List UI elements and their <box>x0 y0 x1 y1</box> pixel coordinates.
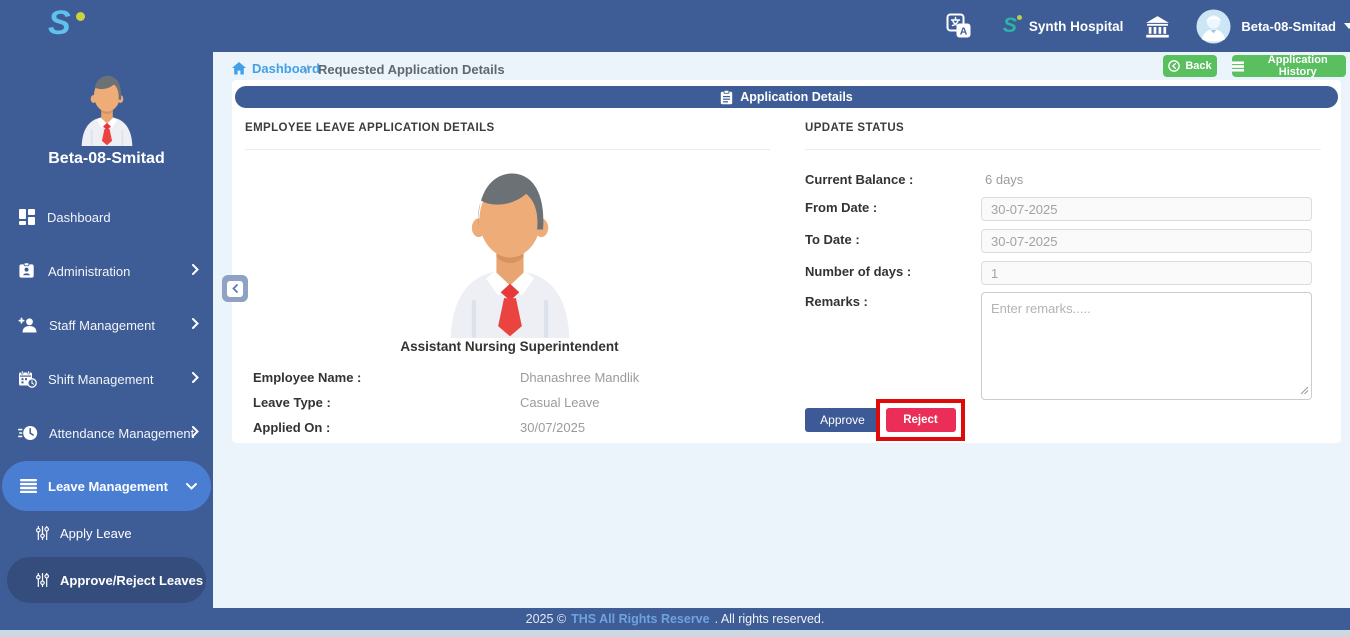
from-date-label: From Date : <box>805 200 877 215</box>
number-of-days-label: Number of days : <box>805 264 911 279</box>
svg-text:A: A <box>960 26 968 38</box>
balance-label: Current Balance : <box>805 172 913 187</box>
remarks-label: Remarks : <box>805 294 868 309</box>
sidebar-user-name: Beta-08-Smitad <box>0 150 213 168</box>
sidebar-item-label: Approve/Reject Leaves <box>60 573 203 588</box>
hospital-name: Synth Hospital <box>1029 19 1124 34</box>
reject-button[interactable]: Reject <box>886 408 956 432</box>
footer-ths-link[interactable]: THS All Rights Reserve <box>571 612 709 626</box>
id-card-icon <box>18 262 37 280</box>
brand-dot <box>76 12 85 21</box>
menu-lines-icon <box>20 479 37 493</box>
to-date-label: To Date : <box>805 232 860 247</box>
divider <box>805 149 1321 150</box>
sidebar-item-label: Attendance Management <box>49 426 194 441</box>
mini-s-letter: S <box>1003 14 1017 37</box>
translate-icon[interactable]: A <box>945 12 973 40</box>
sidebar-avatar <box>70 70 144 151</box>
status-section-title: UPDATE STATUS <box>805 122 904 134</box>
number-of-days-input[interactable] <box>981 261 1312 285</box>
sidebar-item-administration[interactable]: Administration <box>0 254 213 288</box>
sliders-icon <box>36 525 49 541</box>
app-root: S A S Synth Hospital <box>0 0 1350 637</box>
brand-logo[interactable]: S <box>0 0 100 52</box>
sidebar-item-leave-management[interactable]: Leave Management <box>2 461 211 511</box>
sidebar-item-apply-leave[interactable]: Apply Leave <box>0 516 213 550</box>
chevron-down-icon <box>186 477 197 495</box>
user-name[interactable]: Beta-08-Smitad <box>1241 19 1336 34</box>
sidebar-item-approve-reject-leaves[interactable]: Approve/Reject Leaves <box>7 557 206 603</box>
home-icon <box>232 62 246 75</box>
mini-s-dot <box>1017 15 1022 20</box>
application-details-header: Application Details <box>235 86 1338 108</box>
application-details-title: Application Details <box>740 90 853 104</box>
calendar-clock-icon <box>18 370 37 388</box>
back-button[interactable]: Back <box>1163 55 1217 77</box>
back-arrow-icon <box>1168 60 1180 72</box>
footer-year: 2025 © <box>526 612 567 626</box>
breadcrumb-separator: / <box>305 62 309 77</box>
chevron-right-icon <box>192 316 199 334</box>
balance-value: 6 days <box>985 172 1023 187</box>
top-navbar: S A S Synth Hospital <box>0 0 1350 52</box>
chevron-down-icon <box>1344 23 1350 29</box>
chevron-right-icon <box>192 424 199 442</box>
sidebar-item-label: Dashboard <box>47 210 111 225</box>
to-date-input[interactable] <box>981 229 1312 253</box>
sidebar-item-label: Staff Management <box>49 318 155 333</box>
application-history-label: Application History <box>1249 54 1346 78</box>
remarks-textarea[interactable] <box>981 292 1312 400</box>
sidebar-item-shift-management[interactable]: Shift Management <box>0 362 213 396</box>
sidebar-item-attendance-management[interactable]: Attendance Management <box>0 416 213 450</box>
field-label: Applied On : <box>253 420 330 435</box>
approve-button[interactable]: Approve <box>805 408 880 432</box>
sidebar-item-dashboard[interactable]: Dashboard <box>0 200 213 234</box>
footer-rights: . All rights reserved. <box>715 612 825 626</box>
field-value: Dhanashree Mandlik <box>520 370 639 385</box>
brand-s-letter: S <box>48 4 71 43</box>
user-avatar[interactable] <box>1196 9 1231 44</box>
field-value: 30/07/2025 <box>520 420 585 435</box>
attendance-clock-icon <box>18 424 38 442</box>
field-label: Employee Name : <box>253 370 361 385</box>
employee-designation: Assistant Nursing Superintendent <box>232 339 787 354</box>
sidebar-item-label: Administration <box>48 264 130 279</box>
footer: 2025 © THS All Rights Reserve . All righ… <box>0 608 1350 630</box>
collapse-inner <box>227 281 243 297</box>
resize-handle[interactable] <box>1300 386 1309 395</box>
application-history-button[interactable]: Application History <box>1232 55 1346 77</box>
chevron-left-icon <box>232 284 238 293</box>
from-date-input[interactable] <box>981 197 1312 221</box>
employee-section-title: EMPLOYEE LEAVE APPLICATION DETAILS <box>245 122 495 134</box>
chevron-right-icon <box>192 370 199 388</box>
clipboard-icon <box>720 90 733 105</box>
sidebar-item-label: Shift Management <box>48 372 154 387</box>
field-label: Leave Type : <box>253 395 331 410</box>
divider <box>245 149 770 150</box>
breadcrumb-home-label: Dashboard <box>252 61 320 76</box>
sidebar: Beta-08-Smitad Dashboard Administration <box>0 52 213 608</box>
dashboard-grid-icon <box>18 208 36 226</box>
application-details-card: Application Details EMPLOYEE LEAVE APPLI… <box>232 80 1341 443</box>
employee-photo <box>422 160 598 343</box>
back-button-label: Back <box>1185 60 1211 72</box>
sidebar-item-label: Leave Management <box>48 479 168 494</box>
add-staff-icon <box>18 317 38 333</box>
field-value: Casual Leave <box>520 395 600 410</box>
sidebar-item-staff-management[interactable]: Staff Management <box>0 308 213 342</box>
breadcrumb-current: Requested Application Details <box>318 62 505 77</box>
institution-icon[interactable] <box>1145 15 1170 38</box>
sidebar-collapse-toggle[interactable] <box>222 275 248 302</box>
history-list-icon <box>1232 61 1244 72</box>
bottom-strip <box>0 630 1350 637</box>
sidebar-item-label: Apply Leave <box>60 526 132 541</box>
chevron-right-icon <box>192 262 199 280</box>
reject-highlight-box: Reject <box>876 399 965 441</box>
sliders-icon <box>36 572 49 588</box>
hospital-brand-icon[interactable]: S <box>1003 14 1017 38</box>
